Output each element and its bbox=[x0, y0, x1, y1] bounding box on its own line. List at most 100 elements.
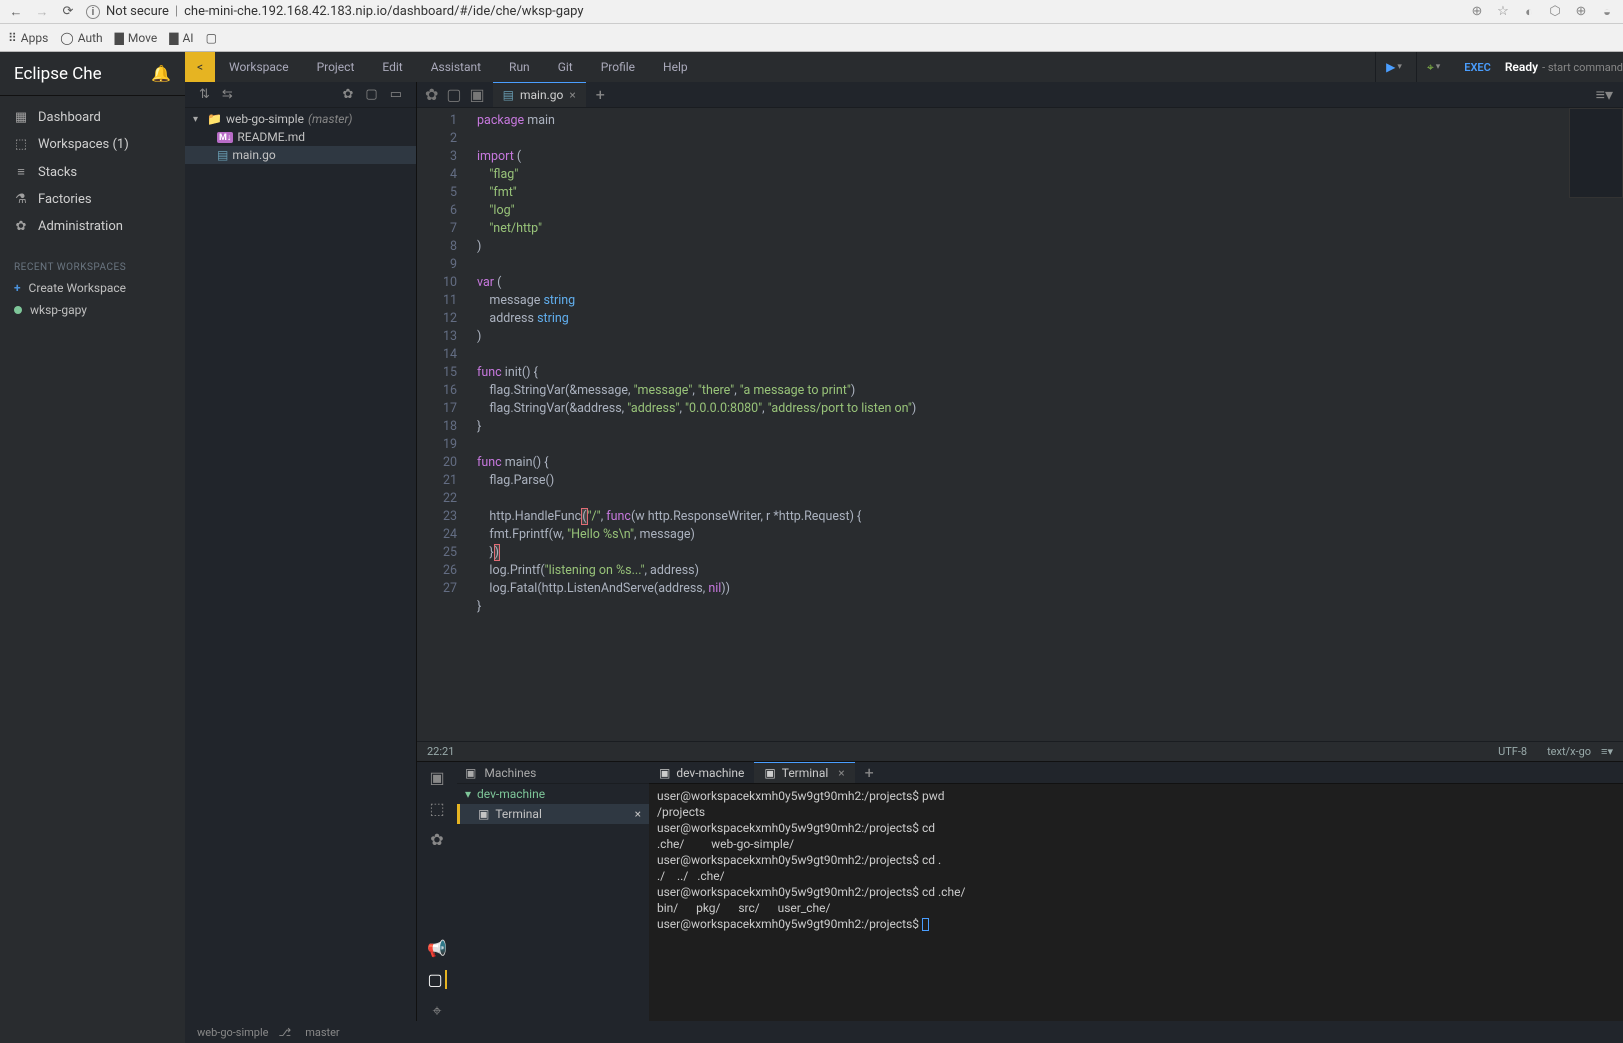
machine-dev-machine[interactable]: ▾ dev-machine bbox=[457, 784, 649, 804]
file-main-go[interactable]: ▤main.go bbox=[185, 146, 416, 164]
ext-icon-1[interactable]: ◐ bbox=[1521, 4, 1537, 20]
brand-header: Eclipse Che 🔔 bbox=[0, 52, 185, 96]
branch-icon bbox=[279, 1026, 296, 1039]
close-icon[interactable]: × bbox=[569, 88, 575, 102]
run-button[interactable]: ▶▾ bbox=[1375, 52, 1412, 82]
add-terminal-tab[interactable]: + bbox=[855, 763, 884, 782]
markdown-icon: M↓ bbox=[217, 132, 233, 143]
menu-bar: < WorkspaceProjectEditAssistantRunGitPro… bbox=[185, 52, 1623, 82]
close-icon[interactable]: × bbox=[838, 766, 844, 780]
bell-icon[interactable]: 🔔 bbox=[151, 64, 171, 83]
nav-dashboard[interactable]: ▦Dashboard bbox=[0, 104, 185, 131]
star-icon[interactable]: ☆ bbox=[1495, 4, 1511, 20]
editor-more-icon[interactable]: ≡▾ bbox=[1586, 85, 1623, 105]
ext-icon-2[interactable]: ⬡ bbox=[1547, 4, 1563, 20]
nav-workspaces[interactable]: ⬚Workspaces (1) bbox=[0, 131, 185, 158]
profile-icon[interactable]: ◒ bbox=[1599, 4, 1615, 20]
tab-icon: ▣ bbox=[764, 766, 775, 780]
explorer-min-icon[interactable]: ▭ bbox=[384, 87, 408, 102]
terminal-tab-devmachine[interactable]: ▣dev-machine bbox=[649, 762, 754, 783]
menu-git[interactable]: Git bbox=[544, 60, 587, 74]
cube-side-icon[interactable]: ⬚ bbox=[429, 799, 444, 818]
editor-status-bar: 22:21 UTF-8 text/x-go ≡▾ bbox=[417, 741, 1623, 761]
menu-profile[interactable]: Profile bbox=[587, 60, 649, 74]
forward-button[interactable]: → bbox=[34, 4, 50, 20]
menu-help[interactable]: Help bbox=[649, 60, 702, 74]
terminal-cursor bbox=[922, 918, 929, 931]
bookmark-Auth[interactable]: ◯Auth bbox=[60, 31, 102, 45]
info-icon: i bbox=[86, 5, 100, 19]
explorer-tree-icon[interactable]: ⇅ bbox=[193, 87, 216, 102]
menu-collapse-button[interactable]: < bbox=[185, 52, 215, 82]
folder-icon: 📁 bbox=[207, 112, 222, 126]
bookmark-Move[interactable]: ▇Move bbox=[115, 31, 158, 45]
plus-icon: + bbox=[14, 281, 21, 295]
terminal-tabs: ▣dev-machine▣Terminal×+ bbox=[649, 762, 1623, 784]
back-button[interactable]: ← bbox=[8, 4, 24, 20]
explorer-max-icon[interactable]: ▢ bbox=[359, 87, 383, 102]
code-lines[interactable]: package main import ( "flag" "fmt" "log"… bbox=[467, 108, 1623, 741]
ext-icon-3[interactable]: ⊕ bbox=[1573, 4, 1589, 20]
terminal-tab-terminal[interactable]: ▣Terminal× bbox=[754, 762, 854, 783]
close-icon[interactable]: × bbox=[635, 807, 641, 821]
browser-nav-bar: ← → ⟳ i Not secure | che-mini-che.192.16… bbox=[0, 0, 1623, 24]
browser-action-icons: ⊕ ☆ ◐ ⬡ ⊕ ◒ bbox=[1469, 4, 1615, 20]
nav-administration[interactable]: ✿Administration bbox=[0, 213, 185, 240]
project-root[interactable]: ▾ 📁 web-go-simple (master) bbox=[185, 110, 416, 128]
gear-side-icon[interactable]: ✿ bbox=[430, 830, 443, 849]
chevron-down-icon: ▾ bbox=[465, 787, 471, 801]
address-bar[interactable]: i Not secure | che-mini-che.192.168.42.1… bbox=[86, 4, 1459, 19]
brand-title: Eclipse Che bbox=[14, 64, 102, 84]
bookmarks-bar: ⠿Apps ◯Auth ▇Move ▇AI ▢ bbox=[0, 24, 1623, 52]
ready-label: Ready bbox=[1505, 60, 1538, 74]
project-explorer: ⇅ ⇆ ✿ ▢ ▭ ▾ 📁 web-go-simple (master) M↓R… bbox=[185, 82, 417, 1021]
code-editor[interactable]: 1234567891011121314151617181920212223242… bbox=[417, 108, 1623, 741]
status-more-icon[interactable]: ≡▾ bbox=[1601, 745, 1613, 758]
terminal-column: ▣dev-machine▣Terminal×+ user@workspacekx… bbox=[649, 762, 1623, 1021]
editor-gear-icon[interactable]: ✿ bbox=[425, 85, 438, 104]
file-icon: ▤ bbox=[503, 88, 514, 102]
menu-edit[interactable]: Edit bbox=[368, 60, 416, 74]
ide-status-bar: web-go-simple master bbox=[185, 1021, 1623, 1043]
url-text: che-mini-che.192.168.42.183.nip.io/dashb… bbox=[184, 4, 583, 19]
explorer-link-icon[interactable]: ⇆ bbox=[216, 87, 239, 102]
terminal-side-icon[interactable]: ▣ bbox=[429, 768, 444, 787]
menu-run[interactable]: Run bbox=[495, 60, 544, 74]
bug-icon: ⌖ bbox=[1427, 60, 1434, 75]
editor-column: ✿ ▢ ▣ ▤ main.go × + ≡▾ 12345678910111213… bbox=[417, 82, 1623, 1021]
reload-button[interactable]: ⟳ bbox=[60, 4, 76, 19]
terminal-output[interactable]: user@workspacekxmh0y5w9gt90mh2:/projects… bbox=[649, 784, 1623, 1021]
menu-project[interactable]: Project bbox=[303, 60, 369, 74]
editor-window-icon[interactable]: ▣ bbox=[470, 85, 485, 104]
square-side-icon[interactable]: ▢ bbox=[427, 970, 446, 989]
line-gutter: 1234567891011121314151617181920212223242… bbox=[417, 108, 467, 741]
lang-label: text/x-go bbox=[1547, 745, 1591, 758]
terminal-icon: ▣ bbox=[478, 807, 489, 821]
insecure-label: Not secure bbox=[106, 4, 169, 19]
menu-items: WorkspaceProjectEditAssistantRunGitProfi… bbox=[215, 60, 702, 74]
explorer-gear-icon[interactable]: ✿ bbox=[337, 87, 360, 102]
add-tab-button[interactable]: + bbox=[586, 85, 615, 104]
footer-branch: master bbox=[305, 1026, 339, 1039]
menu-assistant[interactable]: Assistant bbox=[417, 60, 495, 74]
bookmark-Apps[interactable]: ⠿Apps bbox=[8, 31, 48, 45]
tab-icon: ▣ bbox=[659, 766, 670, 780]
editor-square-icon[interactable]: ▢ bbox=[446, 85, 461, 104]
nav-factories[interactable]: ⚗Factories bbox=[0, 186, 185, 213]
nav-stacks[interactable]: ≡Stacks bbox=[0, 158, 185, 186]
nav-list: ▦Dashboard⬚Workspaces (1)≡Stacks⚗Factori… bbox=[0, 96, 185, 248]
file-README-md[interactable]: M↓README.md bbox=[185, 128, 416, 146]
exec-label: EXEC bbox=[1454, 61, 1501, 74]
recent-workspace[interactable]: wksp-gapy bbox=[0, 299, 185, 321]
file-icon: ▤ bbox=[217, 148, 228, 162]
file-tab-main-go[interactable]: ▤ main.go × bbox=[493, 82, 586, 107]
events-side-icon[interactable]: 📢 bbox=[427, 939, 447, 958]
debug-button[interactable]: ⌖▾ bbox=[1416, 52, 1450, 82]
create-workspace-link[interactable]: + Create Workspace bbox=[0, 277, 185, 299]
machine-terminal-item[interactable]: ▣ Terminal × bbox=[457, 804, 649, 824]
bookmark-AI[interactable]: ▇AI bbox=[169, 31, 193, 45]
menu-workspace[interactable]: Workspace bbox=[215, 60, 303, 74]
debug-side-icon[interactable]: ⌖ bbox=[432, 1001, 441, 1021]
zoom-icon[interactable]: ⊕ bbox=[1469, 4, 1485, 20]
bookmark-item[interactable]: ▢ bbox=[206, 31, 221, 45]
